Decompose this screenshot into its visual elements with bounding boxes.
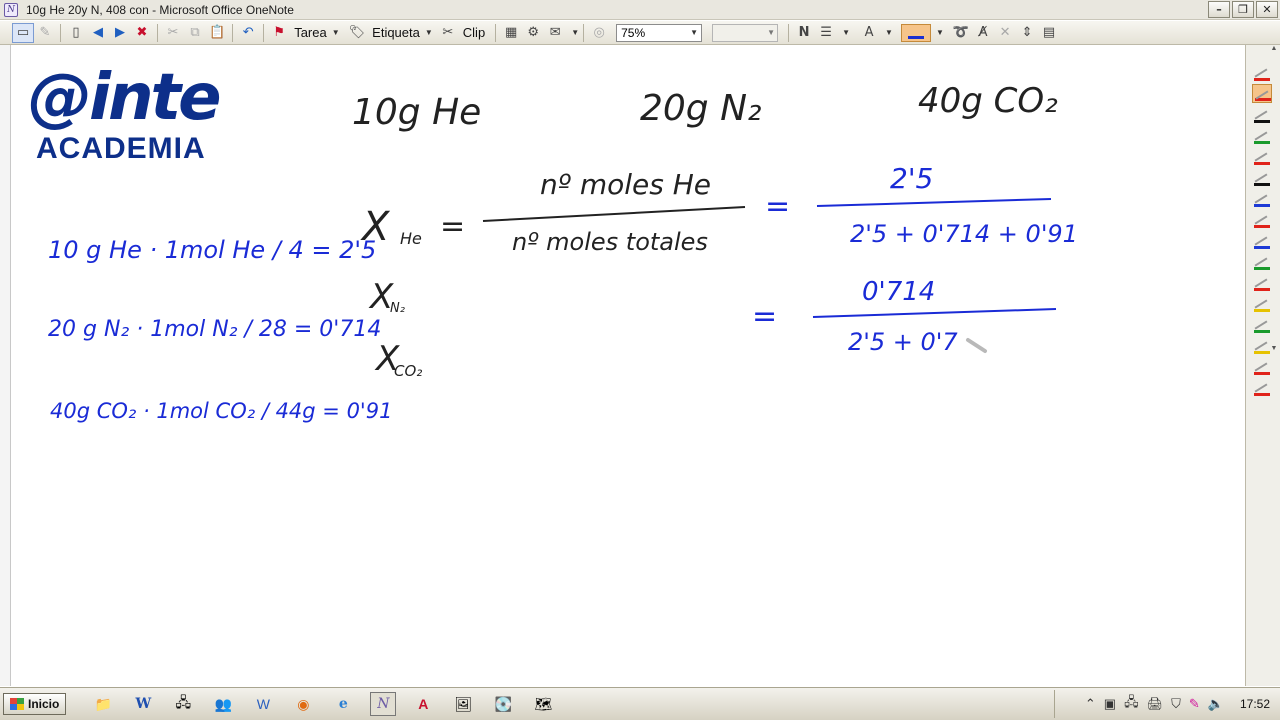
tray-device-icon[interactable]: 🖨 [1147, 696, 1164, 712]
firefox-icon[interactable]: ◉ [290, 692, 316, 716]
clock: 17:52 [1239, 697, 1270, 711]
x-co2-subscript: CO₂ [394, 362, 422, 380]
wordpad-icon[interactable]: W [250, 692, 276, 716]
word-icon[interactable]: W [130, 692, 156, 716]
pen-swatch-icon[interactable] [1252, 231, 1272, 250]
x-he-symbol: X [360, 204, 391, 250]
calc-he: 10 g He · 1mol He / 4 = 2'5 [48, 236, 376, 264]
windows-logo-icon [10, 698, 24, 710]
result-he-equals: = [765, 189, 790, 224]
pen-swatch-icon[interactable] [1252, 210, 1272, 229]
pen-swatch-icon[interactable] [1252, 273, 1272, 292]
result-n2: = 0'714 2'5 + 0'7 [752, 277, 1057, 356]
pen-swatch-icon[interactable] [1252, 126, 1272, 145]
header-n2: 20g N₂ [640, 88, 761, 129]
pen-swatch-icon[interactable] [1252, 357, 1272, 376]
pen-swatch-icon[interactable] [1252, 378, 1272, 397]
result-he-numerator: 2'5 [890, 162, 933, 195]
result-n2-bar [812, 308, 1057, 318]
pen-swatch-icon[interactable] [1252, 294, 1272, 313]
tray-app-icon[interactable]: ▣ [1104, 696, 1116, 712]
volume-icon[interactable]: 🔈 [1208, 696, 1224, 712]
result-he-bar [816, 198, 1052, 207]
header-he: 10g He [352, 92, 481, 133]
pen-swatch-icon[interactable] [1252, 105, 1272, 124]
fraction-denominator: nº moles totales [512, 228, 708, 256]
calc-n2: 20 g N₂ · 1mol N₂ / 28 = 0'714 [48, 317, 381, 342]
result-he: = 2'5 2'5 + 0'714 + 0'91 [765, 162, 1078, 248]
start-button[interactable]: Inicio [3, 693, 67, 715]
mole-fraction-he: X He = nº moles He nº moles totales [360, 168, 746, 256]
pen-swatch-icon[interactable] [1252, 63, 1272, 82]
image-viewer-icon[interactable]: 🗺 [530, 692, 556, 716]
users-icon[interactable]: 👥 [210, 692, 236, 716]
pen-swatch-icon[interactable] [1252, 84, 1272, 103]
onenote-taskbar-icon[interactable]: N [370, 692, 397, 716]
header-co2: 40g CO₂ [918, 81, 1058, 121]
network-icon[interactable]: 🖧 [170, 692, 196, 716]
photo-icon[interactable]: 🖼 [450, 692, 476, 716]
left-calculations: 10 g He · 1mol He / 4 = 2'5 20 g N₂ · 1m… [48, 236, 392, 423]
calc-co2: 40g CO₂ · 1mol CO₂ / 44g = 0'91 [50, 399, 392, 423]
close-button[interactable]: ✕ [1256, 1, 1278, 18]
pen-swatch-icon[interactable] [1252, 189, 1272, 208]
start-label: Inicio [28, 697, 60, 711]
pen-swatch-icon[interactable] [1252, 315, 1272, 334]
x-he-equals: = [440, 209, 465, 244]
tray-pen-icon[interactable]: ✎ [1189, 696, 1200, 712]
chevron-up-icon[interactable]: ⌃ [1085, 696, 1096, 712]
internet-explorer-icon[interactable]: e [330, 692, 356, 716]
drive-icon[interactable]: 💽 [490, 692, 516, 716]
taskbar: Inicio 📁 W 🖧 👥 W ◉ e N A 🖼 💽 🗺 ⌃ ▣ 🖧 🖨 ⛉… [0, 687, 1280, 720]
pen-swatch-icon[interactable] [1252, 168, 1272, 187]
pen-swatch-icon[interactable] [1252, 252, 1272, 271]
fraction-bar [482, 206, 746, 222]
result-n2-denominator: 2'5 + 0'7 [848, 328, 958, 356]
pen-swatch-icon[interactable] [1252, 147, 1272, 166]
x-n2-subscript: N₂ [390, 301, 405, 316]
scroll-up-icon[interactable]: ▲ [1269, 45, 1279, 55]
tray-network-icon[interactable]: 🖧 [1124, 693, 1139, 715]
result-he-denominator: 2'5 + 0'714 + 0'91 [850, 220, 1078, 248]
pen-cursor-icon [966, 338, 987, 353]
header-line: 10g He 20g N₂ 40g CO₂ [352, 81, 1058, 133]
folder-icon[interactable]: 📁 [90, 692, 116, 716]
tray-security-icon[interactable]: ⛉ [1171, 696, 1181, 712]
fraction-numerator: nº moles He [540, 168, 711, 201]
system-tray: ⌃ ▣ 🖧 🖨 ⛉ ✎ 🔈 17:52 [1054, 690, 1280, 718]
acrobat-icon[interactable]: A [410, 692, 436, 716]
result-n2-equals: = [752, 299, 777, 334]
x-he-subscript: He [400, 229, 422, 248]
pen-toolbar: ▲ ▼ [1245, 45, 1280, 686]
result-n2-numerator: 0'714 [862, 277, 935, 307]
handwritten-notes: 10g He 20g N₂ 40g CO₂ 10 g He · 1mol He … [48, 81, 1078, 423]
scroll-down-icon[interactable]: ▼ [1269, 345, 1279, 355]
